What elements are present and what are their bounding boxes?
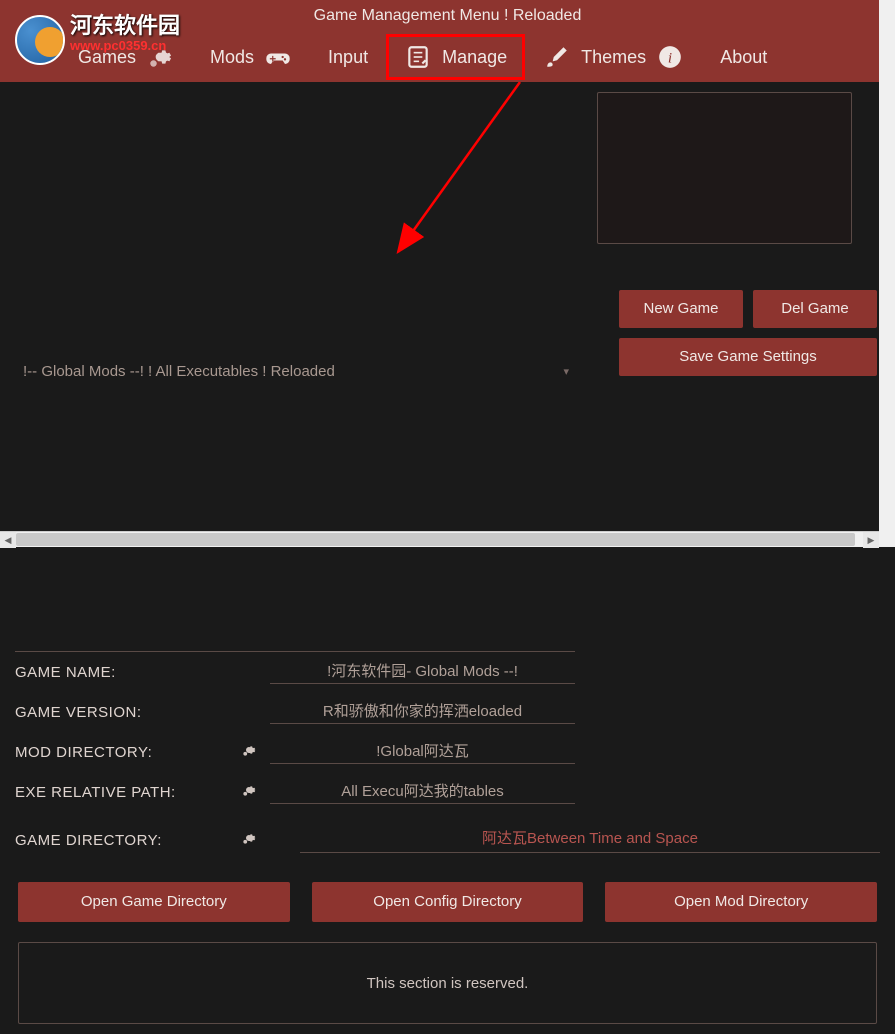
menu-label: Input (328, 47, 368, 68)
open-game-directory-button[interactable]: Open Game Directory (18, 882, 290, 922)
window-title: Game Management Menu ! Reloaded (0, 0, 895, 32)
game-selector-dropdown[interactable]: !-- Global Mods --! ! All Executables ! … (15, 92, 575, 652)
exe-path-label: EXE RELATIVE PATH: (15, 784, 240, 801)
menu-games[interactable]: Games (60, 34, 192, 80)
scrollbar-thumb[interactable] (16, 533, 855, 546)
game-version-label: GAME VERSION: (15, 704, 240, 721)
game-directory-input[interactable]: 阿达瓦Between Time and Space (300, 827, 880, 853)
reserved-text: This section is reserved. (367, 975, 529, 992)
horizontal-scrollbar[interactable]: ◀ ▶ (0, 531, 879, 547)
reserved-section: This section is reserved. (18, 942, 877, 1024)
menu-manage[interactable]: Manage (386, 34, 525, 80)
mod-directory-input[interactable]: !Global阿达瓦 (270, 740, 575, 764)
dropdown-selected: !-- Global Mods --! ! All Executables ! … (23, 363, 335, 380)
gear-icon[interactable] (240, 741, 270, 764)
menu-label: Manage (442, 47, 507, 68)
vertical-scrollbar[interactable] (879, 0, 895, 531)
open-mod-directory-button[interactable]: Open Mod Directory (605, 882, 877, 922)
menu-mods[interactable]: Mods (192, 34, 310, 80)
scrollbar-corner (879, 531, 895, 547)
menu-label: Mods (210, 47, 254, 68)
preview-box (597, 92, 852, 244)
menu-label: Games (78, 47, 136, 68)
new-game-button[interactable]: New Game (619, 290, 743, 328)
paintbrush-icon (543, 43, 571, 71)
gamepad-icon (264, 43, 292, 71)
menu-about[interactable]: About (702, 34, 785, 80)
menu-themes[interactable]: Themes i (525, 34, 702, 80)
clipboard-icon (404, 43, 432, 71)
gear-icon[interactable] (240, 781, 270, 804)
game-version-input[interactable]: R和骄傲和你家的挥洒eloaded (270, 700, 575, 724)
svg-text:i: i (668, 49, 672, 66)
info-icon: i (656, 43, 684, 71)
game-name-label: GAME NAME: (15, 664, 240, 681)
exe-path-input[interactable]: All Execu阿达我的tables (270, 780, 575, 804)
gear-icon[interactable] (240, 829, 270, 852)
game-name-input[interactable]: !河东软件园- Global Mods --! (270, 660, 575, 684)
menu-input[interactable]: Input (310, 34, 386, 80)
mod-directory-label: MOD DIRECTORY: (15, 744, 240, 761)
gears-icon (146, 43, 174, 71)
save-settings-button[interactable]: Save Game Settings (619, 338, 877, 376)
game-directory-label: GAME DIRECTORY: (15, 832, 240, 849)
menu-label: Themes (581, 47, 646, 68)
open-config-directory-button[interactable]: Open Config Directory (312, 882, 584, 922)
main-menu: Games Mods Input Manage Themes i About (0, 32, 895, 82)
scroll-right-button[interactable]: ▶ (863, 532, 879, 548)
menu-label: About (720, 47, 767, 68)
scroll-left-button[interactable]: ◀ (0, 532, 16, 548)
del-game-button[interactable]: Del Game (753, 290, 877, 328)
